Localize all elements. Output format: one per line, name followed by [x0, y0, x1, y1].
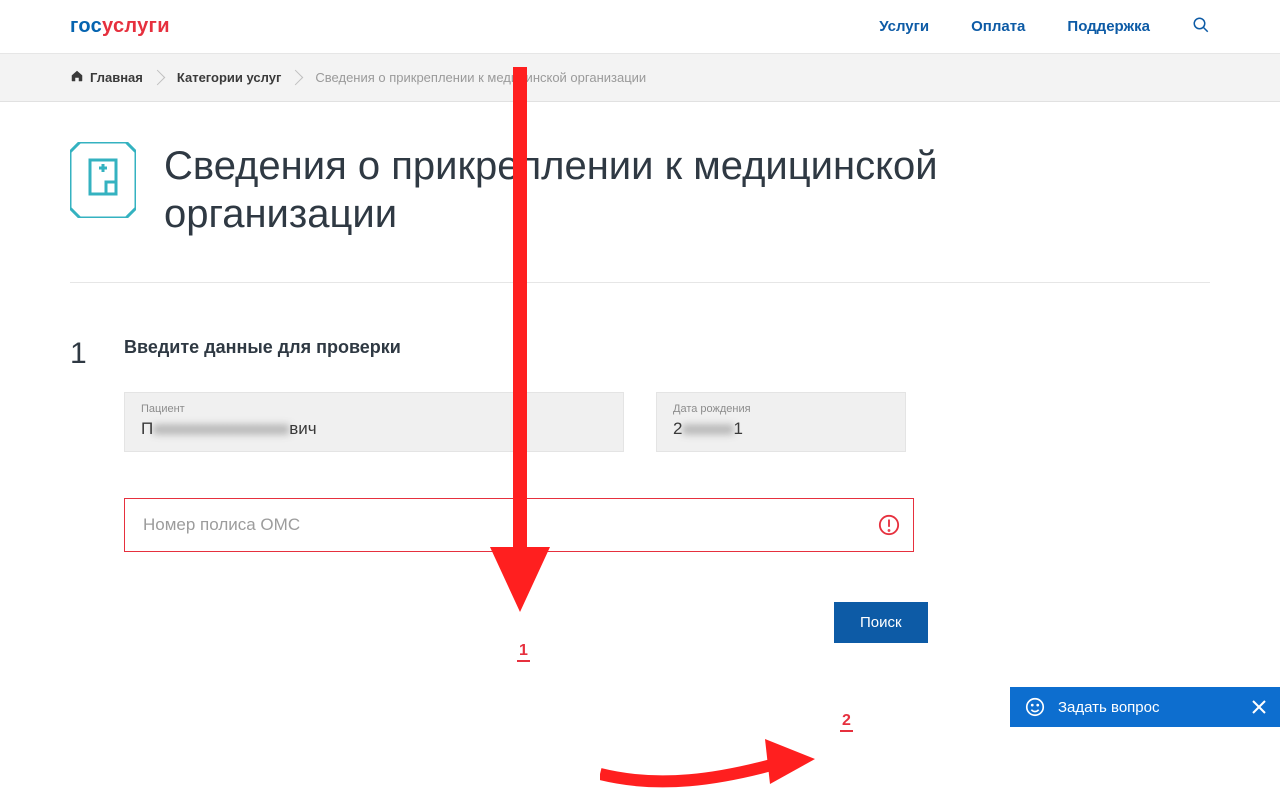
ask-label: Задать вопрос	[1058, 699, 1159, 716]
breadcrumb-home[interactable]: Главная	[70, 69, 163, 86]
error-icon	[878, 514, 900, 536]
annotation-number-1: 1	[517, 642, 530, 662]
patient-prefix: П	[141, 419, 153, 438]
breadcrumb-categories-label: Категории услуг	[177, 70, 282, 85]
chat-icon	[1024, 696, 1046, 718]
breadcrumb-current-label: Сведения о прикреплении к медицинской ор…	[315, 70, 646, 85]
title-row: Сведения о прикреплении к медицинской ор…	[70, 142, 1210, 283]
oms-input[interactable]	[124, 498, 914, 552]
header: госуслуги Услуги Оплата Поддержка	[0, 0, 1280, 54]
breadcrumb-home-label: Главная	[90, 70, 143, 85]
patient-suffix: вич	[289, 419, 316, 438]
logo-part-2: услуги	[102, 15, 170, 37]
step-heading: Введите данные для проверки	[124, 337, 1210, 358]
annotation-arrow-2	[600, 734, 820, 794]
nav-services[interactable]: Услуги	[879, 18, 929, 35]
site-logo[interactable]: госуслуги	[70, 15, 170, 38]
breadcrumb-current: Сведения о прикреплении к медицинской ор…	[315, 70, 666, 85]
medical-org-icon	[70, 142, 136, 218]
page: Сведения о прикреплении к медицинской ор…	[0, 102, 1280, 643]
home-icon	[70, 69, 84, 86]
dob-field: Дата рождения 2xxxxxx1	[656, 392, 906, 452]
search-button[interactable]: Поиск	[834, 602, 928, 643]
dob-suffix: 1	[733, 419, 742, 438]
ask-widget[interactable]: Задать вопрос	[1010, 687, 1280, 727]
page-title: Сведения о прикреплении к медицинской ор…	[164, 142, 1054, 238]
step-1: 1 Введите данные для проверки Пациент Пx…	[70, 337, 1210, 643]
step-body: Введите данные для проверки Пациент Пxxx…	[124, 337, 1210, 643]
dob-label: Дата рождения	[673, 403, 889, 415]
nav-support[interactable]: Поддержка	[1067, 18, 1150, 35]
breadcrumb: Главная Категории услуг Сведения о прикр…	[0, 54, 1280, 102]
breadcrumb-categories[interactable]: Категории услуг	[177, 70, 302, 85]
patient-label: Пациент	[141, 403, 607, 415]
patient-field: Пациент Пxxxxxxxxxxxxxxxxвич	[124, 392, 624, 452]
search-icon[interactable]	[1192, 16, 1210, 38]
readonly-fields: Пациент Пxxxxxxxxxxxxxxxxвич Дата рожден…	[124, 392, 1210, 452]
close-icon[interactable]	[1252, 700, 1266, 714]
patient-value: Пxxxxxxxxxxxxxxxxвич	[141, 419, 607, 439]
patient-hidden: xxxxxxxxxxxxxxxx	[153, 419, 289, 439]
logo-part-1: гос	[70, 15, 102, 37]
dob-value: 2xxxxxx1	[673, 419, 889, 439]
dob-hidden: xxxxxx	[682, 419, 733, 439]
nav-payment[interactable]: Оплата	[971, 18, 1025, 35]
oms-field-wrap	[124, 498, 914, 552]
step-number: 1	[70, 337, 88, 643]
annotation-number-2: 2	[840, 712, 853, 732]
dob-prefix: 2	[673, 419, 682, 438]
top-nav: Услуги Оплата Поддержка	[879, 16, 1210, 38]
